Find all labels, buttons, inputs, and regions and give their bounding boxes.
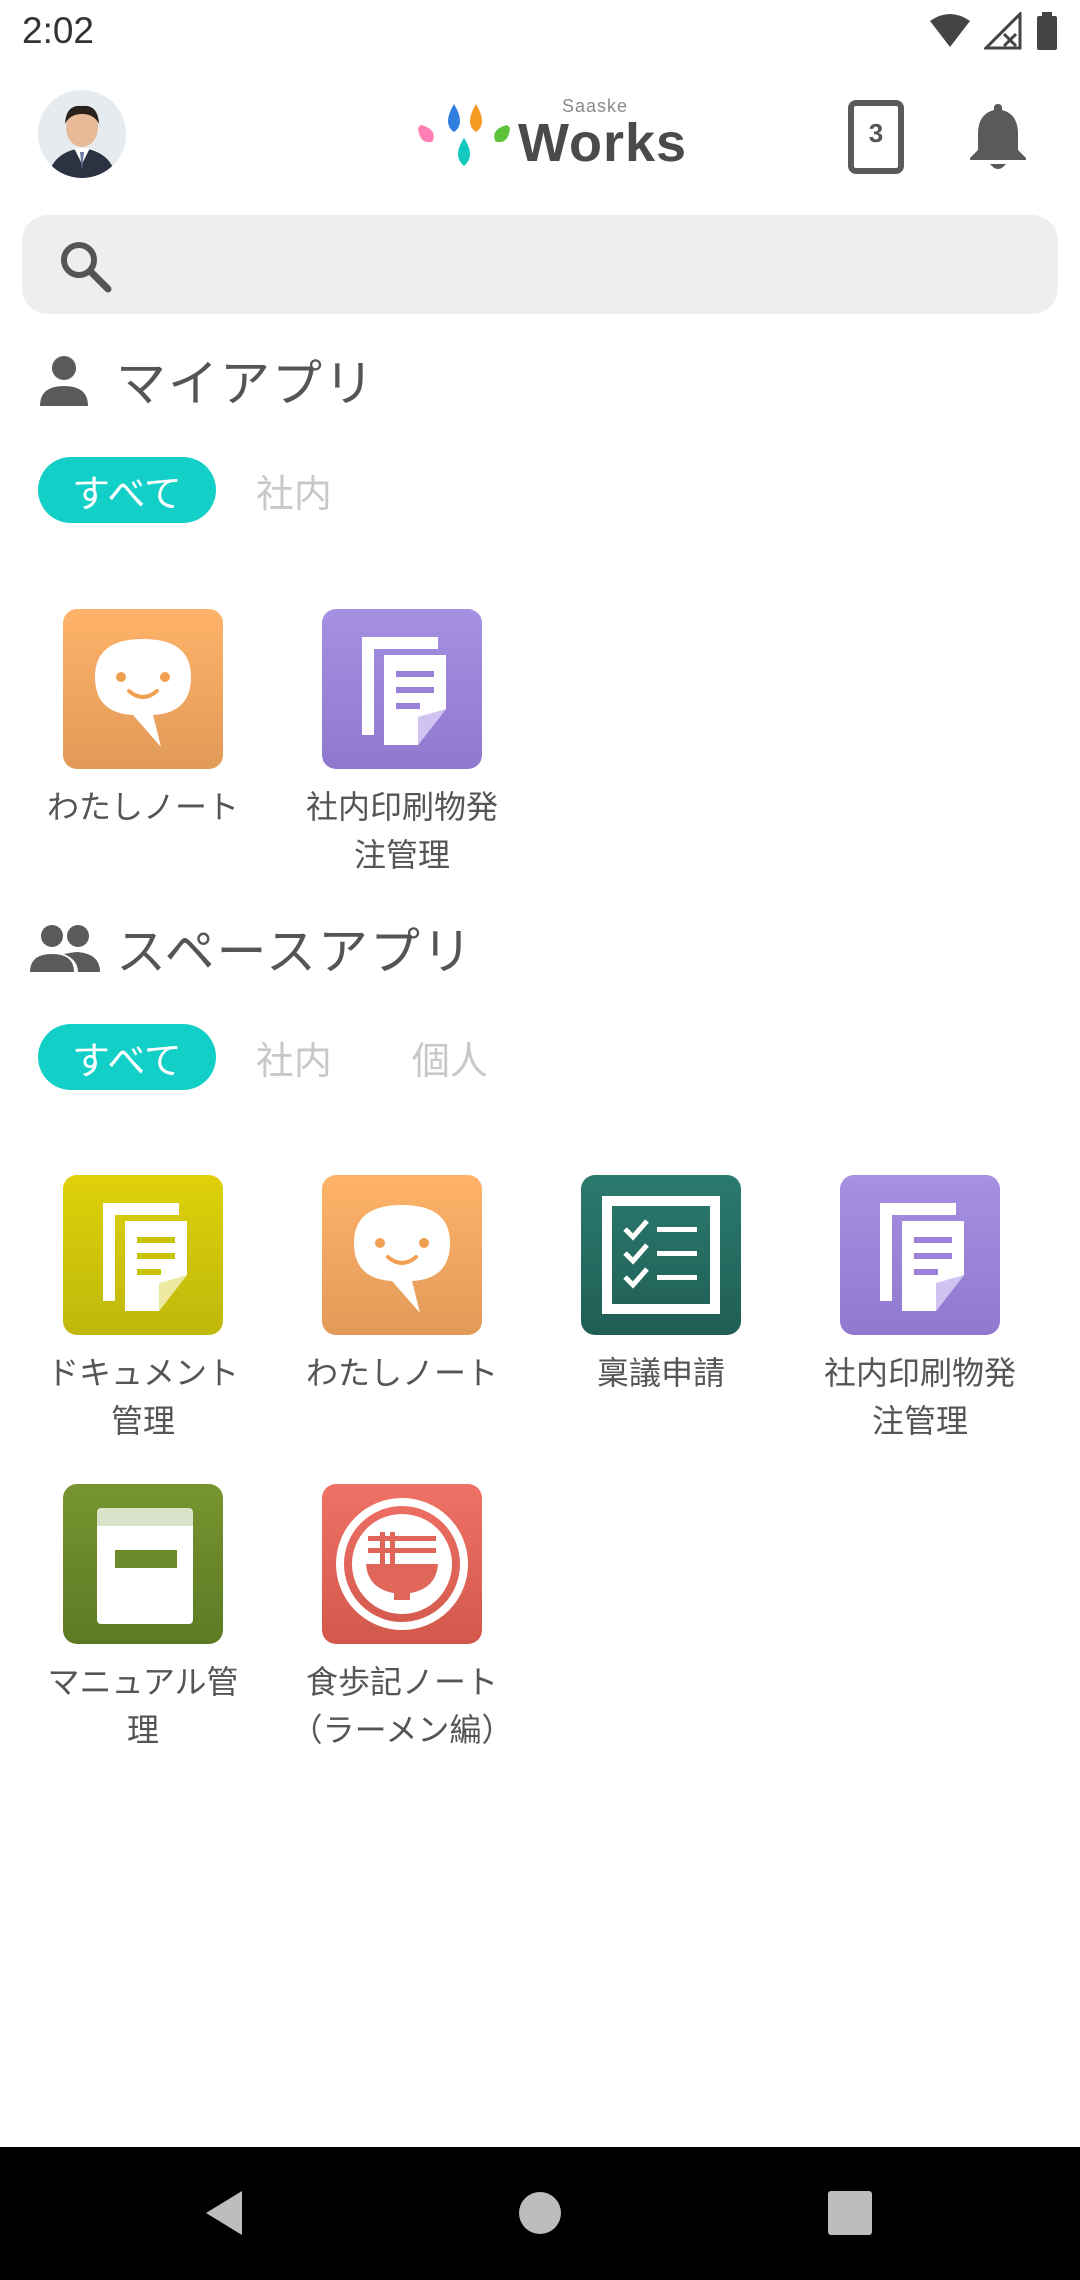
app-tile-ramen-note[interactable]: 食歩記ノート （ラーメン編） — [287, 1484, 517, 1754]
app-tile-watashi-note[interactable]: わたしノート — [28, 609, 258, 831]
home-icon[interactable] — [512, 2185, 568, 2241]
signal-icon — [984, 12, 1022, 50]
my-apps-tabs: すべて 社内 — [38, 457, 372, 523]
app-label: 稟議申請 — [596, 1354, 725, 1392]
bell-icon — [970, 104, 1026, 169]
search-icon — [61, 242, 112, 293]
notification-button[interactable] — [966, 100, 1030, 172]
chat-smile-icon — [63, 609, 223, 769]
my-apps-tab-internal[interactable]: 社内 — [216, 457, 372, 523]
app-label: マニュアル管 理 — [47, 1663, 239, 1749]
navigation-bar — [0, 2147, 1080, 2280]
my-apps-tab-all[interactable]: すべて — [38, 457, 216, 523]
app-tile-print-order[interactable]: 社内印刷物発 注管理 — [287, 609, 517, 879]
my-apps-header: マイアプリ — [28, 344, 376, 416]
user-photo-icon — [38, 90, 126, 178]
avatar[interactable] — [38, 90, 126, 178]
app-tile-watashi-note-space[interactable]: わたしノート — [287, 1175, 517, 1397]
app-header: Saaske Works 3 — [0, 66, 1080, 206]
recents-icon[interactable] — [822, 2185, 878, 2241]
book-icon — [63, 1484, 223, 1644]
app-tile-manual-management[interactable]: マニュアル管 理 — [28, 1484, 258, 1754]
group-icon — [28, 912, 100, 984]
back-icon[interactable] — [198, 2185, 254, 2241]
app-label: ドキュメント 管理 — [46, 1354, 239, 1440]
status-bar: 2:02 — [0, 0, 1080, 66]
drops-logo-icon — [418, 104, 510, 166]
tablet-badge: 3 — [868, 118, 884, 148]
space-apps-title: スペースアプリ — [116, 923, 474, 981]
battery-icon — [1037, 12, 1057, 50]
status-icons — [930, 12, 1058, 50]
wifi-icon — [930, 14, 970, 47]
chat-smile-icon — [322, 1175, 482, 1335]
tablet-count-button[interactable]: 3 — [848, 100, 904, 174]
space-apps-tab-personal[interactable]: 個人 — [372, 1024, 528, 1090]
space-apps-tabs: すべて 社内 個人 — [38, 1024, 528, 1090]
app-label: 社内印刷物発 注管理 — [823, 1354, 1016, 1440]
my-apps-title: マイアプリ — [116, 355, 376, 413]
status-time: 2:02 — [22, 10, 95, 51]
logo-title: Works — [518, 113, 688, 173]
person-icon — [28, 344, 100, 416]
app-label: 食歩記ノート （ラーメン編） — [290, 1663, 514, 1749]
app-tile-print-order-space[interactable]: 社内印刷物発 注管理 — [805, 1175, 1035, 1445]
document-icon — [322, 609, 482, 769]
ramen-bowl-icon — [322, 1484, 482, 1644]
document-icon — [63, 1175, 223, 1335]
search-input[interactable] — [132, 215, 1032, 314]
search-bar[interactable] — [22, 215, 1058, 314]
app-label: わたしノート — [305, 1354, 498, 1392]
app-tile-ringi-request[interactable]: 稟議申請 — [546, 1175, 776, 1397]
space-apps-header: スペースアプリ — [28, 912, 474, 984]
space-apps-tab-all[interactable]: すべて — [38, 1024, 216, 1090]
document-icon — [840, 1175, 1000, 1335]
app-tile-document-management[interactable]: ドキュメント 管理 — [28, 1175, 258, 1445]
checklist-icon — [581, 1175, 741, 1335]
app-label: 社内印刷物発 注管理 — [305, 788, 498, 874]
app-label: わたしノート — [46, 788, 239, 826]
space-apps-tab-internal[interactable]: 社内 — [216, 1024, 372, 1090]
works-logo: Saaske Works — [414, 94, 688, 178]
